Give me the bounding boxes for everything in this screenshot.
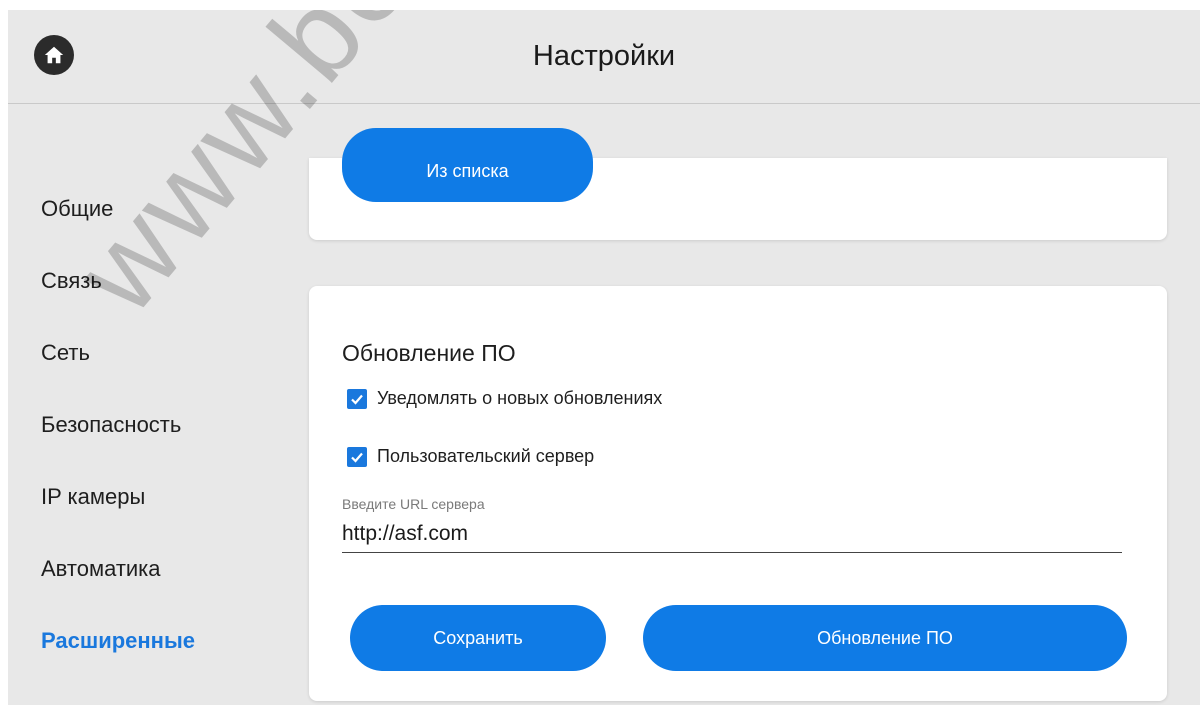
page-title: Настройки	[532, 40, 676, 72]
settings-screen: Настройки Общие Связь Сеть Безопасность …	[8, 10, 1200, 705]
sidebar-item-general[interactable]: Общие	[41, 196, 113, 222]
server-url-label: Введите URL сервера	[342, 496, 485, 512]
sidebar-item-communication[interactable]: Связь	[41, 268, 102, 294]
checkmark-icon	[351, 394, 363, 405]
from-list-button[interactable]: Из списка	[342, 128, 593, 202]
sidebar-item-network[interactable]: Сеть	[41, 340, 90, 366]
sidebar-item-ip-cameras[interactable]: IP камеры	[41, 484, 145, 510]
notify-updates-checkbox-row[interactable]: Уведомлять о новых обновлениях	[347, 388, 662, 409]
notify-updates-label: Уведомлять о новых обновлениях	[377, 388, 663, 408]
header-bar: Настройки	[8, 10, 1200, 104]
save-button[interactable]: Сохранить	[350, 605, 606, 671]
custom-server-label: Пользовательский сервер	[377, 446, 595, 466]
home-button[interactable]	[34, 35, 74, 75]
server-url-input[interactable]	[342, 516, 1122, 553]
custom-server-checkbox-row[interactable]: Пользовательский сервер	[347, 446, 594, 467]
sidebar-nav: Общие Связь Сеть Безопасность IP камеры …	[8, 104, 308, 705]
firmware-update-card: Обновление ПО Уведомлять о новых обновле…	[309, 286, 1167, 701]
top-settings-card: Из списка	[309, 128, 1167, 240]
sidebar-item-security[interactable]: Безопасность	[41, 412, 181, 438]
sidebar-item-automation[interactable]: Автоматика	[41, 556, 161, 582]
notify-updates-checkbox[interactable]	[347, 388, 367, 409]
custom-server-checkbox[interactable]	[347, 446, 367, 467]
checkmark-icon	[351, 452, 363, 463]
sidebar-item-advanced[interactable]: Расширенные	[41, 628, 195, 654]
home-icon	[44, 46, 64, 64]
section-title: Обновление ПО	[342, 340, 516, 366]
firmware-update-button[interactable]: Обновление ПО	[643, 605, 1127, 671]
